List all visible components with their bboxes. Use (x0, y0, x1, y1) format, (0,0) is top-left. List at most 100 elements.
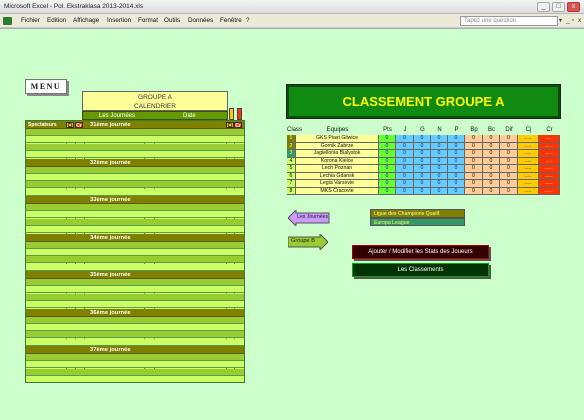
classement-header-n: N (437, 127, 442, 133)
yellow-card-marker (229, 108, 234, 120)
classement-header-j: J (403, 127, 407, 133)
match-row[interactable] (26, 338, 244, 346)
window-titlebar: Microsoft Excel - Pol. Ekstraklasa 2013-… (0, 0, 584, 14)
menu-button[interactable]: MENU (25, 79, 67, 94)
classement-cell-cj: ..... (518, 150, 539, 158)
match-row[interactable] (26, 248, 244, 256)
match-row[interactable] (26, 316, 244, 324)
classement-cell-g: 0 (414, 172, 431, 180)
match-row[interactable] (26, 301, 244, 309)
classement-cell-pts: 0 (379, 187, 396, 195)
menu-donnees[interactable]: Données (188, 17, 213, 24)
match-row[interactable] (26, 143, 244, 151)
classement-cell-bp: 0 (465, 180, 483, 188)
match-row[interactable] (26, 226, 244, 234)
classement-cell-cr: ..... (539, 172, 560, 180)
menu-insertion[interactable]: Insertion (107, 17, 131, 24)
yellow-card-header-right: Cj (226, 122, 234, 129)
classement-cell-pts: 0 (379, 165, 396, 173)
header-journees: Les Journées (99, 113, 136, 119)
classement-cell-pts: 0 (379, 180, 396, 188)
classement-header-p: P (454, 127, 459, 133)
journee-label: 36ème journée (90, 309, 131, 316)
classement-cell-bc: 0 (483, 157, 500, 165)
workbook-close-button[interactable]: x (578, 17, 581, 24)
excel-doc-icon[interactable] (3, 17, 12, 25)
classement-cell-rank: 2 (287, 142, 296, 150)
match-row[interactable] (26, 279, 244, 286)
menu-help[interactable]: ? (246, 17, 250, 24)
match-row[interactable] (26, 166, 244, 174)
workbook-restore-button[interactable]: ▫ (572, 17, 574, 24)
match-row[interactable] (26, 354, 244, 361)
match-row[interactable] (26, 204, 244, 211)
classement-cell-bc: 0 (483, 135, 500, 143)
classement-header-g: G (420, 127, 425, 133)
classement-row: 4 Korona Kielce 0 0 0 0 0 0 0 0.......... (287, 157, 560, 165)
match-row[interactable] (26, 286, 244, 294)
menu-edition[interactable]: Edition (47, 17, 66, 24)
menu-affichage[interactable]: Affichage (73, 17, 99, 24)
minimize-button[interactable]: _ (537, 2, 550, 12)
match-row[interactable] (26, 136, 244, 144)
help-dropdown-icon[interactable]: ▾ (559, 17, 562, 24)
classement-cell-dif: 0 (500, 142, 518, 150)
groupe-b-arrow-button[interactable]: Groupe B (288, 234, 328, 250)
close-button[interactable]: x (567, 2, 580, 12)
journee-header: 33ème journée (26, 196, 244, 204)
classement-cell-bp: 0 (465, 135, 483, 143)
match-row[interactable] (26, 376, 244, 382)
help-question-input[interactable]: Tapez une question (460, 16, 558, 26)
classement-cell-team: MKS Cracovie (296, 187, 379, 195)
match-row[interactable] (26, 263, 244, 271)
maximize-button[interactable]: □ (552, 2, 565, 12)
match-row[interactable] (26, 323, 244, 331)
match-row[interactable] (26, 151, 244, 159)
menu-outils[interactable]: Outils (164, 17, 180, 24)
match-row[interactable] (26, 188, 244, 196)
classement-cell-dif: 0 (500, 135, 518, 143)
match-row[interactable] (26, 368, 244, 376)
classement-cell-rank: 6 (287, 172, 296, 180)
classement-cell-dif: 0 (500, 150, 518, 158)
match-row[interactable] (26, 293, 244, 301)
classement-cell-cj: ..... (518, 157, 539, 165)
match-row[interactable] (26, 361, 244, 369)
classement-cell-p: 0 (448, 135, 465, 143)
journee-header: 32ème journée (26, 158, 244, 167)
journee-label: 33ème journée (90, 197, 131, 203)
menu-format[interactable]: Format (138, 17, 158, 24)
match-row[interactable] (26, 331, 244, 339)
classement-rows: 1 GKS Piast Gliwice 0 0 0 0 0 0 0 0.......... 2 Gor… (287, 135, 560, 195)
classement-header-row: Class Equipes Pts J G N P Bp Bc Dif Cj Cr (287, 127, 560, 135)
journee-header: 36ème journée (26, 308, 244, 317)
classement-cell-j: 0 (396, 150, 414, 158)
stats-joueurs-button[interactable]: Ajouter / Modifier les Stats des Joueurs (352, 245, 489, 259)
classement-cell-p: 0 (448, 172, 465, 180)
classement-cell-p: 0 (448, 157, 465, 165)
window-title: Microsoft Excel - Pol. Ekstraklasa 2013-… (4, 3, 144, 10)
classement-cell-team: Gornik Zabrze (296, 142, 379, 150)
match-row[interactable] (26, 211, 244, 219)
les-classements-button[interactable]: Les Classements (352, 263, 489, 277)
match-row[interactable] (26, 129, 244, 136)
classement-cell-cj: ..... (518, 165, 539, 173)
match-row[interactable] (26, 256, 244, 264)
classement-row: 1 GKS Piast Gliwice 0 0 0 0 0 0 0 0.......... (287, 135, 560, 143)
classement-title: CLASSEMENT GROUPE A (286, 84, 561, 119)
classement-cell-p: 0 (448, 165, 465, 173)
classement-cell-n: 0 (431, 135, 448, 143)
calendar-header: Les Journées Date (82, 111, 228, 120)
match-row[interactable] (26, 241, 244, 249)
les-journees-arrow-button[interactable]: Les Journées (288, 210, 330, 226)
classement-cell-cr: ..... (539, 187, 560, 195)
menu-fichier[interactable]: Fichier (21, 17, 40, 24)
workbook-minimize-button[interactable]: _ (566, 17, 570, 24)
match-row[interactable] (26, 173, 244, 181)
spectateurs-header: Spectateurs (27, 122, 64, 128)
menu-fenetre[interactable]: Fenêtre (220, 17, 242, 24)
classement-cell-cj: ..... (518, 172, 539, 180)
match-row[interactable] (26, 181, 244, 189)
match-row[interactable] (26, 218, 244, 226)
classement-cell-j: 0 (396, 180, 414, 188)
